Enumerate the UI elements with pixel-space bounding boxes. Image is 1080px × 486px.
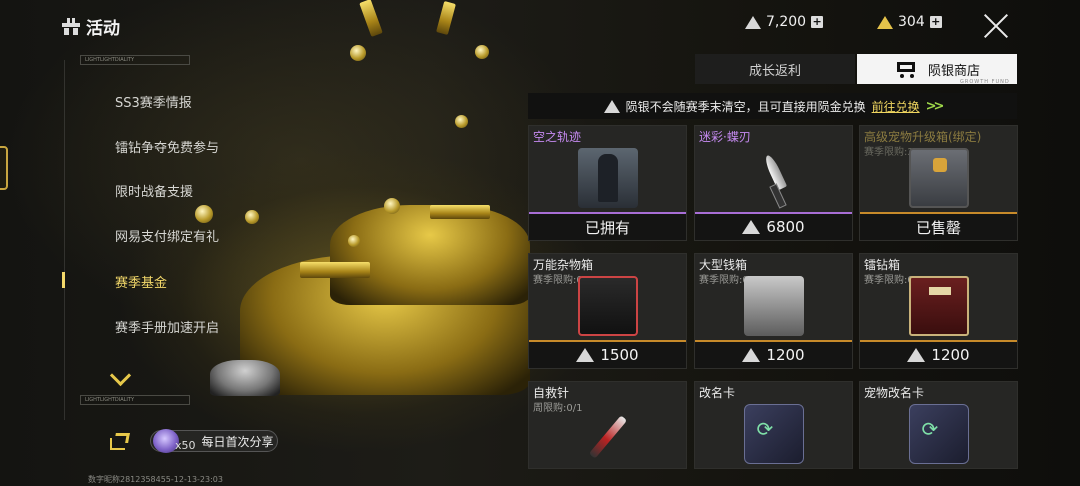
syringe-icon — [578, 404, 638, 464]
tab-shop-label: 陨银商店 — [927, 63, 980, 79]
price-value: 6800 — [766, 218, 805, 236]
shop-item-name: 改名卡 — [699, 386, 736, 400]
title-text: 活动 — [86, 19, 120, 39]
sidebar-item-ss3-intel[interactable]: SS3赛季情报 — [115, 92, 192, 111]
shop-item-card[interactable]: 万能杂物箱 赛季限购:0/1 1500 — [528, 253, 687, 369]
sidebar-item-free-diamond[interactable]: 镭钻争夺免费参与 — [115, 137, 219, 156]
shop-item-card[interactable]: 改名卡 — [694, 381, 853, 469]
silver-amount: 7,200 — [766, 14, 807, 30]
shop-item-card[interactable]: 空之轨迹已拥有 — [528, 125, 687, 241]
chevron-down-icon[interactable] — [108, 370, 132, 384]
utility-box-icon — [577, 276, 638, 336]
gold-bar — [430, 205, 490, 219]
silver-currency-icon — [576, 348, 595, 362]
tab-growth-label: 成长返利 — [748, 63, 801, 79]
sidebar-item-season-handbook[interactable]: 赛季手册加速开启 — [115, 317, 219, 336]
sidebar-item-netease-pay[interactable]: 网易支付绑定有礼 — [115, 226, 219, 245]
sidebar-item-season-fund[interactable]: 赛季基金 — [115, 272, 167, 291]
gold-bar — [300, 262, 370, 278]
price-value: 1500 — [600, 346, 639, 364]
gold-coin — [384, 198, 400, 214]
silver-balance: 7,200 + — [745, 14, 824, 30]
money-case-icon — [743, 276, 804, 336]
sidebar: LIGHTLIGHTDIALITY SS3赛季情报 镭钻争夺免费参与 限时战备支… — [0, 50, 278, 486]
shop-item-card[interactable]: 迷彩·蝶刃 6800 — [694, 125, 853, 241]
shop-item-card[interactable]: 大型钱箱 赛季限购:0/1 1200 — [694, 253, 853, 369]
shop-item-limit: 周限购:0/1 — [533, 403, 583, 414]
shop-item-card[interactable]: 自救针 周限购:0/1 — [528, 381, 687, 469]
price-button[interactable]: 1200 — [860, 340, 1017, 368]
price-value: 1200 — [931, 346, 970, 364]
shop-item-card[interactable]: 高级宠物升级箱(绑定) 赛季限购:2/2 已售罄 — [859, 125, 1018, 241]
price-value: 1200 — [766, 346, 805, 364]
top-bar: 活动 7,200 + 304 + — [0, 0, 1080, 50]
share-icon[interactable] — [110, 433, 130, 451]
deco-tag: LIGHTLIGHTDIALITY — [80, 395, 190, 405]
player-id-footer: 数字昵称2812358455-12-13-23:03 — [88, 475, 223, 484]
share-label: 每日首次分享 — [201, 434, 274, 449]
active-indicator — [62, 272, 65, 288]
status-label: 已拥有 — [529, 212, 686, 240]
nav-divider — [64, 60, 65, 420]
status-text: 已售罄 — [915, 218, 961, 237]
hexagon-edge-icon — [0, 146, 8, 190]
diamond-case-icon — [908, 276, 969, 336]
shop-item-name: 空之轨迹 — [533, 130, 582, 144]
silver-currency-icon — [742, 348, 761, 362]
add-gold-button[interactable]: + — [929, 16, 942, 28]
tab-growth-rebate[interactable]: 成长返利 — [695, 54, 855, 84]
gold-balance: 304 + — [877, 14, 942, 30]
sidebar-item-limited-support[interactable]: 限时战备支援 — [115, 181, 193, 200]
share-reward-count: x50 — [175, 438, 196, 452]
shop-item-card[interactable]: 宠物改名卡 — [859, 381, 1018, 469]
double-chevron-right-icon[interactable]: >> — [926, 99, 945, 114]
page-title: 活动 — [62, 14, 120, 39]
cart-icon — [894, 60, 918, 78]
silver-currency-icon — [603, 99, 620, 113]
gold-coin — [348, 235, 360, 247]
butterfly-knife-icon — [744, 148, 804, 208]
deco-tag: LIGHTLIGHTDIALITY — [80, 55, 190, 65]
price-button[interactable]: 6800 — [695, 212, 852, 240]
gift-icon — [62, 18, 80, 35]
gold-amount: 304 — [898, 14, 925, 30]
add-silver-button[interactable]: + — [811, 16, 824, 28]
pet-upgrade-crate-icon — [908, 148, 969, 208]
gold-pile-top — [330, 205, 530, 305]
price-button[interactable]: 1500 — [529, 340, 686, 368]
notice-bar: 陨银不会随赛季末清空，且可直接用陨金兑换 前往兑换 >> — [528, 93, 1017, 119]
silver-currency-icon — [745, 15, 761, 29]
rename-card-icon — [743, 404, 804, 464]
daily-share-button[interactable]: x50 每日首次分享 — [150, 429, 278, 453]
tab-subtitle: GROWTH FUND — [960, 79, 1010, 85]
notice-text: 陨银不会随赛季末清空，且可直接用陨金兑换 — [625, 99, 866, 114]
silver-currency-icon — [742, 220, 761, 234]
shop-item-name: 迷彩·蝶刃 — [699, 130, 751, 144]
price-button[interactable]: 1200 — [695, 340, 852, 368]
shop-item-card[interactable]: 镭钻箱 赛季限购:0/1 1200 — [859, 253, 1018, 369]
shop-item-name: 宠物改名卡 — [864, 386, 925, 400]
status-label: 已售罄 — [860, 212, 1017, 240]
gold-currency-icon — [877, 15, 893, 29]
pet-rename-card-icon — [908, 404, 969, 464]
soldier-skin-icon — [577, 148, 638, 208]
exchange-link[interactable]: 前往兑换 — [872, 98, 920, 115]
gold-coin — [455, 115, 468, 128]
close-icon[interactable] — [982, 12, 1010, 40]
silver-currency-icon — [907, 348, 926, 362]
status-text: 已拥有 — [584, 218, 630, 237]
